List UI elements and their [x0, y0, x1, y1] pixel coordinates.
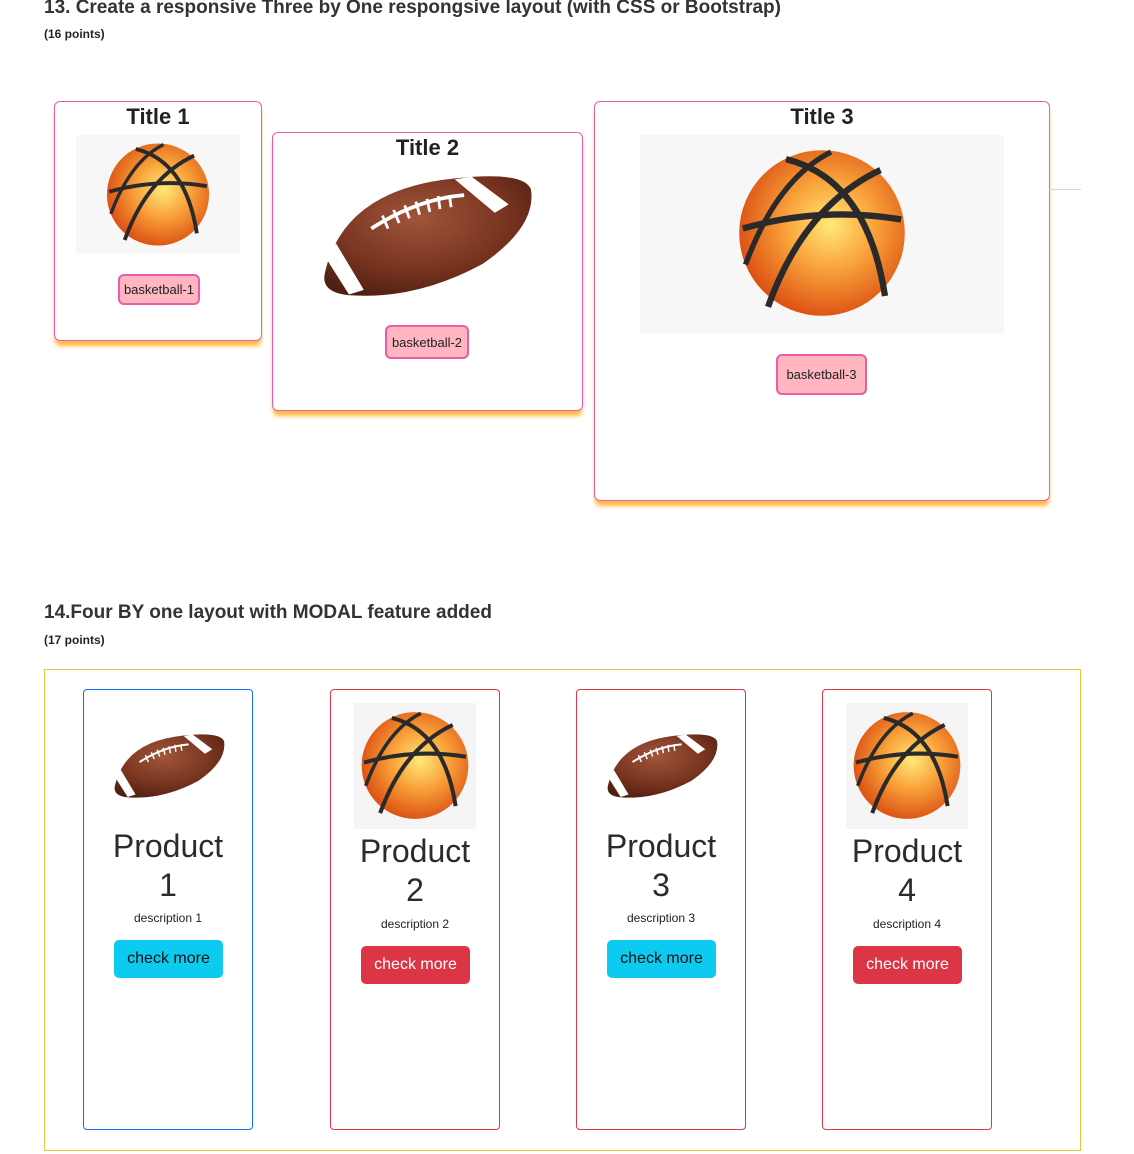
section-13-heading: 13. Create a responsive Three by One res…: [44, 0, 781, 18]
product-card-3: Product 3 description 3 check more: [576, 689, 746, 1130]
product-description: description 1: [133, 911, 203, 925]
basketball-icon: [76, 135, 240, 254]
product-title: Product 4: [823, 832, 991, 910]
basketball-1-button[interactable]: basketball-1: [118, 274, 200, 305]
product-title-number: 4: [898, 872, 916, 908]
football-icon: [600, 704, 722, 830]
title-card-1: Title 1 basketball-1: [54, 101, 262, 341]
basketball-icon: [640, 135, 1004, 334]
product-title-word: Product: [605, 828, 717, 864]
product-title-word: Product: [112, 828, 224, 864]
football-icon: [307, 171, 547, 301]
card-title: Title 2: [395, 135, 460, 160]
product-card-1: Product 1 description 1 check more: [83, 689, 253, 1130]
card-title: Title 3: [790, 104, 854, 129]
check-more-button[interactable]: check more: [114, 940, 223, 978]
product-title-word: Product: [359, 833, 471, 869]
product-title: Product 3: [577, 827, 745, 905]
product-title-word: Product: [851, 833, 963, 869]
section-14-points: (17 points): [44, 633, 105, 647]
product-title-number: 1: [159, 867, 177, 903]
basketball-icon: [354, 703, 476, 829]
check-more-button[interactable]: check more: [853, 946, 962, 984]
product-title: Product 1: [84, 827, 252, 905]
product-title-number: 2: [406, 872, 424, 908]
check-more-button[interactable]: check more: [607, 940, 716, 978]
product-description: description 2: [380, 917, 450, 931]
product-description: description 3: [626, 911, 696, 925]
product-card-4: Product 4 description 4 check more: [822, 689, 992, 1130]
title-card-3: Title 3 basketball-3: [594, 101, 1050, 501]
basketball-2-button[interactable]: basketball-2: [385, 325, 469, 359]
product-description: description 4: [872, 917, 942, 931]
product-title: Product 2: [331, 832, 499, 910]
football-icon: [107, 704, 229, 830]
product-title-number: 3: [652, 867, 670, 903]
section-14-heading: 14.Four BY one layout with MODAL feature…: [44, 602, 492, 623]
check-more-button[interactable]: check more: [361, 946, 470, 984]
card-title: Title 1: [126, 104, 190, 129]
divider-line: [1049, 189, 1081, 190]
product-card-2: Product 2 description 2 check more: [330, 689, 500, 1130]
basketball-icon: [846, 703, 968, 829]
section-13-points: (16 points): [44, 27, 105, 41]
title-card-2: Title 2 basketball-2: [272, 132, 583, 411]
basketball-3-button[interactable]: basketball-3: [776, 354, 867, 395]
